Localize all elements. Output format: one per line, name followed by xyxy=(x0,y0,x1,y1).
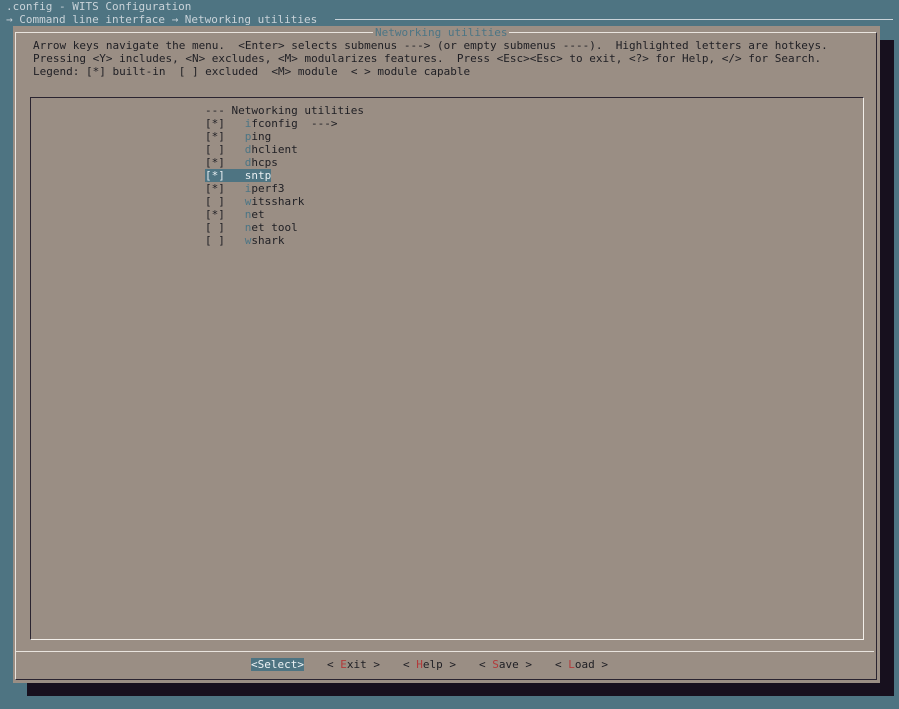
button-post: > xyxy=(594,658,608,671)
menu-item-gap xyxy=(225,143,245,156)
menu-item-body: [ ] witsshark xyxy=(205,195,304,208)
menu-item-gap xyxy=(225,195,245,208)
button-post: > xyxy=(442,658,456,671)
menu-item-body: [*] iperf3 xyxy=(205,182,285,195)
menu-item-body: [*] net xyxy=(205,208,265,221)
menu-item-body: [*] ifconfig xyxy=(205,117,298,130)
menu-item-net-tool[interactable]: [ ] net tool xyxy=(205,221,364,234)
button-post: > xyxy=(366,658,380,671)
menu-item-state: [ ] xyxy=(205,143,225,156)
help-line-keys: Pressing <Y> includes, <N> excludes, <M>… xyxy=(33,52,822,65)
button-rest: oad xyxy=(574,658,595,671)
menu-item-wshark[interactable]: [ ] wshark xyxy=(205,234,364,247)
button-separator xyxy=(16,651,874,652)
menu-item-label: shark xyxy=(251,234,285,247)
app-title: .config - WITS Configuration xyxy=(6,0,192,13)
breadcrumb: → Command line interface → Networking ut… xyxy=(6,13,318,26)
load-button[interactable]: < Load > xyxy=(555,658,608,671)
menu-item-body: [ ] dhclient xyxy=(205,143,298,156)
menu-item-state: [ ] xyxy=(205,221,225,234)
menu-item-state: [*] xyxy=(205,208,225,221)
button-rest: xit xyxy=(346,658,367,671)
exit-button[interactable]: < Exit > xyxy=(327,658,380,671)
button-hotkey: L xyxy=(568,658,575,671)
dialog-shadow-bottom xyxy=(27,683,894,696)
button-post: > xyxy=(518,658,532,671)
menu-item-gap xyxy=(225,130,245,143)
menu-item-label: perf3 xyxy=(251,182,285,195)
menu-item-iperf3[interactable]: [*] iperf3 xyxy=(205,182,364,195)
menu-item-gap xyxy=(225,221,245,234)
button-rest: elp xyxy=(422,658,443,671)
menu-item-dhclient[interactable]: [ ] dhclient xyxy=(205,143,364,156)
menu-item-body: [*] ping xyxy=(205,130,271,143)
menu-item-state: [*] xyxy=(205,117,225,130)
menu-item-ifconfig[interactable]: [*] ifconfig ---> xyxy=(205,117,364,130)
button-rest: elect xyxy=(264,658,298,671)
menu-item-sntp[interactable]: [*] sntp xyxy=(205,169,364,182)
menu-item-label: et xyxy=(251,208,265,221)
button-pre: < xyxy=(479,658,493,671)
menu-item-state: [*] xyxy=(205,182,225,195)
menu-item-label: et tool xyxy=(251,221,298,234)
button-pre: < xyxy=(555,658,569,671)
help-button[interactable]: < Help > xyxy=(403,658,456,671)
help-line-legend: Legend: [*] built-in [ ] excluded <M> mo… xyxy=(33,65,471,78)
help-line-navigation: Arrow keys navigate the menu. <Enter> se… xyxy=(33,39,828,52)
menu-item-gap xyxy=(225,117,245,130)
config-dialog: Networking utilities Arrow keys navigate… xyxy=(13,26,880,683)
menu-item-state: [*] xyxy=(205,156,225,169)
menu-item-net[interactable]: [*] net xyxy=(205,208,364,221)
menu-item-state: [ ] xyxy=(205,234,225,247)
menu-item-label: ntp xyxy=(251,169,272,182)
menu-item-witsshark[interactable]: [ ] witsshark xyxy=(205,195,364,208)
menu-item-gap xyxy=(225,208,245,221)
button-bar: <Select> < Exit > < Help > < Save > < Load > xyxy=(251,658,631,671)
menu-item-label: fconfig xyxy=(251,117,298,130)
menu-item-gap xyxy=(225,182,245,195)
menu-item-body: [ ] net tool xyxy=(205,221,298,234)
menu-item-dhcps[interactable]: [*] dhcps xyxy=(205,156,364,169)
menu-item-state: [*] xyxy=(205,169,225,182)
menu-item-body: [ ] wshark xyxy=(205,234,285,247)
button-hotkey: S xyxy=(492,658,499,671)
button-rest: ave xyxy=(498,658,519,671)
menu-heading: --- Networking utilities xyxy=(205,104,364,117)
menu-item-body: [*] sntp xyxy=(205,169,272,182)
menu-item-gap xyxy=(225,169,245,182)
menu-item-state: [ ] xyxy=(205,195,225,208)
menu-item-body: [*] dhcps xyxy=(205,156,278,169)
menu-item-gap xyxy=(225,234,245,247)
button-hotkey: E xyxy=(340,658,347,671)
button-pre: < xyxy=(327,658,341,671)
menu-item-label: hclient xyxy=(251,143,298,156)
button-pre: < xyxy=(403,658,417,671)
help-text: Arrow keys navigate the menu. <Enter> se… xyxy=(33,39,828,78)
menu-item-gap xyxy=(225,156,245,169)
menu-item-state: [*] xyxy=(205,130,225,143)
menu-box: --- Networking utilities [*] ifconfig --… xyxy=(30,97,864,640)
submenu-arrow: ---> xyxy=(297,117,338,130)
menu-item-label: hcps xyxy=(251,156,278,169)
menu-list: --- Networking utilities [*] ifconfig --… xyxy=(205,104,364,247)
breadcrumb-divider xyxy=(335,19,893,20)
button-post: > xyxy=(297,658,304,671)
button-pre: < xyxy=(251,658,258,671)
dialog-title: Networking utilities xyxy=(373,26,510,39)
select-button[interactable]: <Select> xyxy=(251,658,304,671)
dialog-shadow-right xyxy=(880,40,894,696)
save-button[interactable]: < Save > xyxy=(479,658,532,671)
menu-item-ping[interactable]: [*] ping xyxy=(205,130,364,143)
button-hotkey: H xyxy=(416,658,423,671)
menu-item-label: itsshark xyxy=(251,195,305,208)
menu-item-label: ing xyxy=(251,130,272,143)
